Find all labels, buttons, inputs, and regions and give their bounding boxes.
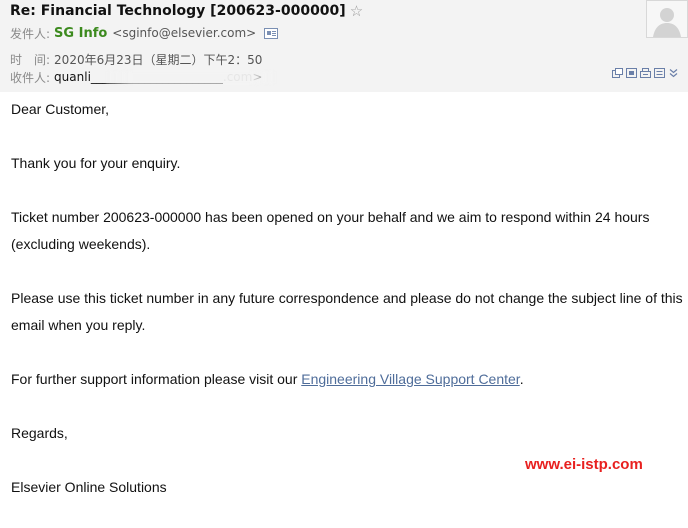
recipient-email[interactable]: quanli______________________.com> [54,70,277,84]
new-window-icon[interactable] [612,68,623,78]
regards: Regards, [11,425,68,441]
support-paragraph: For further support information please v… [11,366,687,393]
avatar-placeholder-icon [646,0,688,38]
email-subject: Re: Financial Technology [200623-000000] [10,3,346,19]
to-row: 收件人: quanli______________________.com> [10,69,277,85]
usage-paragraph: Please use this ticket number in any fut… [11,290,683,333]
copy-icon[interactable] [626,68,637,78]
header-toolbar [612,66,679,80]
time-value: 2020年6月23日（星期二）下午2：50 [54,52,263,67]
menu-icon[interactable] [654,68,665,78]
support-prefix: For further support information please v… [11,371,302,387]
more-chevron-icon[interactable] [668,68,679,78]
thanks-line: Thank you for your enquiry. [11,155,181,171]
watermark: www.ei-istp.com [525,456,643,473]
from-label: 发件人: [10,26,51,41]
ticket-paragraph: Ticket number 200623-000000 has been ope… [11,209,650,252]
to-label: 收件人: [10,70,51,85]
greeting: Dear Customer, [11,101,110,117]
contact-card-icon[interactable] [264,27,279,39]
support-suffix: . [519,371,524,387]
redaction-blur [106,71,277,84]
time-label: 时 间: [10,52,51,67]
star-icon[interactable]: ☆ [350,4,363,19]
signature: Elsevier Online Solutions [11,479,167,495]
sender-name[interactable]: SG Info [54,26,107,41]
from-row: 发件人: SG Info <sginfo@elsevier.com> [10,25,279,41]
time-row: 时 间: 2020年6月23日（星期二）下午2：50 [10,51,262,67]
subject-row: Re: Financial Technology [200623-000000]… [10,2,363,20]
sender-email[interactable]: <sginfo@elsevier.com> [112,26,256,40]
support-center-link[interactable]: Engineering Village Support Center [301,371,519,387]
print-icon[interactable] [640,68,651,78]
email-header: Re: Financial Technology [200623-000000]… [0,0,688,92]
